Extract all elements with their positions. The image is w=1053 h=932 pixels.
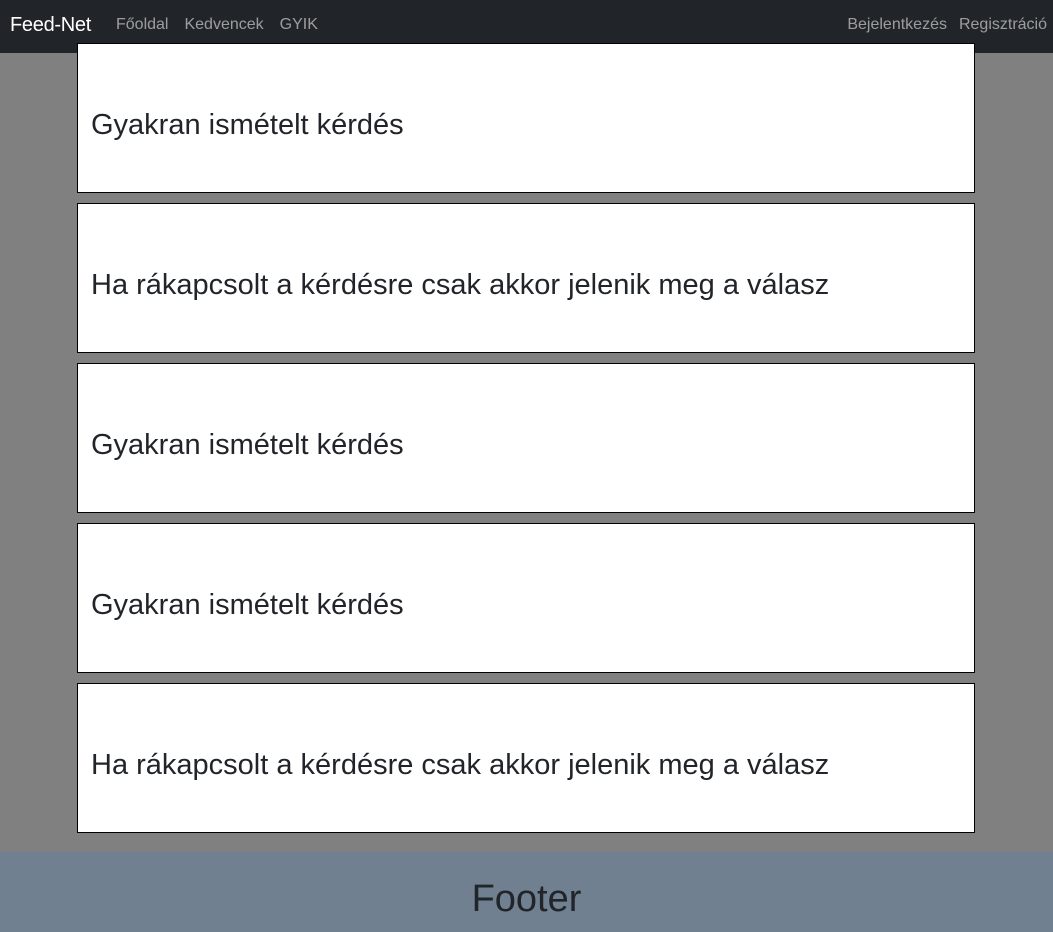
faq-question: Gyakran ismételt kérdés [91,109,404,141]
faq-question: Gyakran ismételt kérdés [91,589,404,621]
register-link[interactable]: Regisztráció [959,15,1047,35]
faq-card[interactable]: Gyakran ismételt kérdés [77,363,975,513]
brand-link[interactable]: Feed-Net [10,13,91,37]
faq-card[interactable]: Gyakran ismételt kérdés [77,523,975,673]
faq-card[interactable]: Gyakran ismételt kérdés [77,43,975,193]
faq-list: Gyakran ismételt kérdés Ha rákapcsolt a … [77,43,975,843]
nav-left-links: Főoldal Kedvencek GYIK [116,15,318,35]
nav-link-fooldal[interactable]: Főoldal [116,15,168,35]
login-link[interactable]: Bejelentkezés [847,15,947,35]
faq-question: Gyakran ismételt kérdés [91,429,404,461]
faq-question: Ha rákapcsolt a kérdésre csak akkor jele… [91,269,830,301]
faq-card[interactable]: Ha rákapcsolt a kérdésre csak akkor jele… [77,203,975,353]
nav-link-kedvencek[interactable]: Kedvencek [184,15,263,35]
page-footer: Footer [0,852,1053,932]
footer-text: Footer [471,878,582,920]
faq-question: Ha rákapcsolt a kérdésre csak akkor jele… [91,749,830,781]
nav-link-gyik[interactable]: GYIK [280,15,318,35]
faq-card[interactable]: Ha rákapcsolt a kérdésre csak akkor jele… [77,683,975,833]
nav-right-links: Bejelentkezés Regisztráció [847,15,1047,35]
